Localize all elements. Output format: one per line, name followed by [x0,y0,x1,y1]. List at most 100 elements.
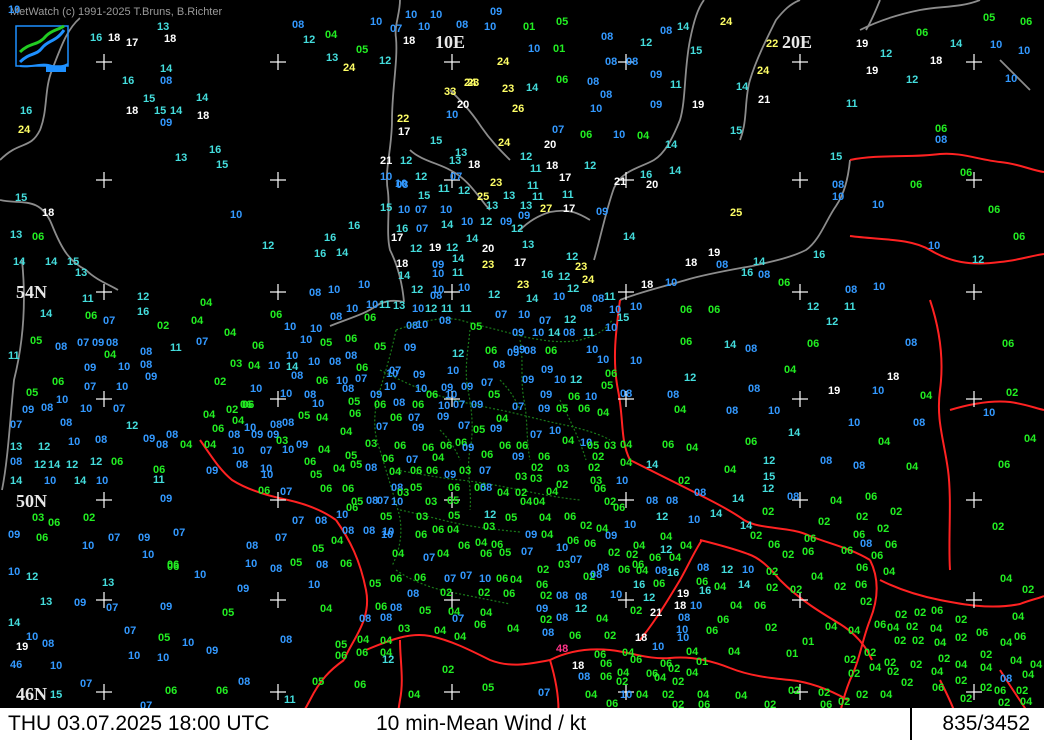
station-wind-value[interactable]: 15 [617,313,629,324]
station-wind-value[interactable]: 02 [818,517,830,528]
station-wind-value[interactable]: 13 [503,191,515,202]
station-wind-value[interactable]: 06 [320,484,332,495]
station-wind-value[interactable]: 06 [335,651,347,662]
station-wind-value[interactable]: 23 [490,178,502,189]
station-wind-value[interactable]: 10 [440,205,452,216]
station-wind-value[interactable]: 08 [726,406,738,417]
station-wind-value[interactable]: 12 [34,460,46,471]
station-wind-value[interactable]: 04 [1010,656,1022,667]
station-wind-value[interactable]: 04 [887,623,899,634]
station-wind-value[interactable]: 12 [564,315,576,326]
station-wind-value[interactable]: 10 [8,567,20,578]
station-wind-value[interactable]: 12 [303,35,315,46]
station-wind-value[interactable]: 05 [556,17,568,28]
station-wind-value[interactable]: 06 [874,620,886,631]
station-wind-value[interactable]: 17 [559,173,571,184]
station-wind-value[interactable]: 04 [596,614,608,625]
station-wind-value[interactable]: 06 [412,400,424,411]
station-wind-value[interactable]: 06 [390,413,402,424]
station-wind-value[interactable]: 07 [113,404,125,415]
station-wind-value[interactable]: 08 [292,20,304,31]
station-wind-value[interactable]: 04 [686,443,698,454]
station-wind-value[interactable]: 02 [992,522,1004,533]
station-wind-value[interactable]: 07 [292,516,304,527]
station-wind-value[interactable]: 08 [396,180,408,191]
station-wind-value[interactable]: 09 [605,531,617,542]
station-wind-value[interactable]: 02 [790,585,802,596]
station-wind-value[interactable]: 10 [928,241,940,252]
station-wind-value[interactable]: 18 [674,601,686,612]
station-wind-value[interactable]: 10 [398,205,410,216]
station-wind-value[interactable]: 19 [856,39,868,50]
station-wind-value[interactable]: 10 [116,382,128,393]
station-wind-value[interactable]: 09 [461,382,473,393]
station-wind-value[interactable]: 13 [157,22,169,33]
station-wind-value[interactable]: 06 [382,454,394,465]
station-wind-value[interactable]: 06 [855,580,867,591]
station-wind-value[interactable]: 09 [296,440,308,451]
station-wind-value[interactable]: 06 [564,512,576,523]
station-wind-value[interactable]: 09 [650,70,662,81]
station-wind-value[interactable]: 06 [1002,339,1014,350]
station-wind-value[interactable]: 10 [605,323,617,334]
station-wind-value[interactable]: 15 [690,46,702,57]
station-wind-value[interactable]: 10 [688,515,700,526]
station-wind-value[interactable]: 07 [460,571,472,582]
station-wind-value[interactable]: 02 [750,531,762,542]
station-wind-value[interactable]: 08 [280,635,292,646]
station-wind-value[interactable]: 01 [523,22,535,33]
station-wind-value[interactable]: 10 [380,172,392,183]
station-wind-value[interactable]: 07 [103,316,115,327]
station-wind-value[interactable]: 06 [48,518,60,529]
station-wind-value[interactable]: 14 [170,106,182,117]
station-wind-value[interactable]: 06 [316,376,328,387]
station-wind-value[interactable]: 06 [567,536,579,547]
station-wind-value[interactable]: 02 [834,582,846,593]
station-wind-value[interactable]: 04 [204,440,216,451]
station-wind-value[interactable]: 06 [346,503,358,514]
station-wind-value[interactable]: 08 [655,566,667,577]
station-wind-value[interactable]: 06 [394,441,406,452]
station-wind-value[interactable]: 07 [452,614,464,625]
station-wind-value[interactable]: 04 [437,549,449,560]
station-wind-value[interactable]: 06 [485,346,497,357]
station-wind-value[interactable]: 10 [346,304,358,315]
station-wind-value[interactable]: 14 [736,82,748,93]
station-wind-value[interactable]: 10 [461,217,473,228]
station-wind-value[interactable]: 06 [1013,232,1025,243]
station-wind-value[interactable]: 04 [830,496,842,507]
station-wind-value[interactable]: 02 [1006,388,1018,399]
station-wind-value[interactable]: 02 [890,507,902,518]
station-wind-value[interactable]: 19 [692,100,704,111]
station-wind-value[interactable]: 05 [298,411,310,422]
station-wind-value[interactable]: 11 [583,328,595,339]
station-wind-value[interactable]: 04 [318,445,330,456]
station-wind-value[interactable]: 10 [554,375,566,386]
station-wind-value[interactable]: 01 [802,637,814,648]
station-wind-value[interactable]: 06 [414,573,426,584]
station-wind-value[interactable]: 10 [990,40,1002,51]
station-wind-value[interactable]: 04 [930,624,942,635]
station-wind-value[interactable]: 14 [738,580,750,591]
station-wind-value[interactable]: 16 [699,586,711,597]
station-wind-value[interactable]: 19 [708,248,720,259]
station-wind-value[interactable]: 08 [592,294,604,305]
station-wind-value[interactable]: 06 [356,648,368,659]
station-wind-value[interactable]: 02 [955,676,967,687]
station-wind-value[interactable]: 10 [308,580,320,591]
station-wind-value[interactable]: 06 [503,589,515,600]
station-wind-value[interactable]: 04 [447,525,459,536]
station-wind-value[interactable]: 05 [380,512,392,523]
station-wind-value[interactable]: 02 [556,480,568,491]
station-wind-value[interactable]: 20 [457,100,469,111]
station-wind-value[interactable]: 10 [585,392,597,403]
station-wind-value[interactable]: 04 [180,440,192,451]
station-wind-value[interactable]: 10 [118,362,130,373]
station-wind-value[interactable]: 13 [393,301,405,312]
station-wind-value[interactable]: 07 [260,446,272,457]
station-wind-value[interactable]: 10 [280,389,292,400]
station-wind-value[interactable]: 04 [1024,434,1036,445]
station-wind-value[interactable]: 04 [434,626,446,637]
station-wind-value[interactable]: 13 [75,268,87,279]
station-wind-value[interactable]: 06 [871,551,883,562]
